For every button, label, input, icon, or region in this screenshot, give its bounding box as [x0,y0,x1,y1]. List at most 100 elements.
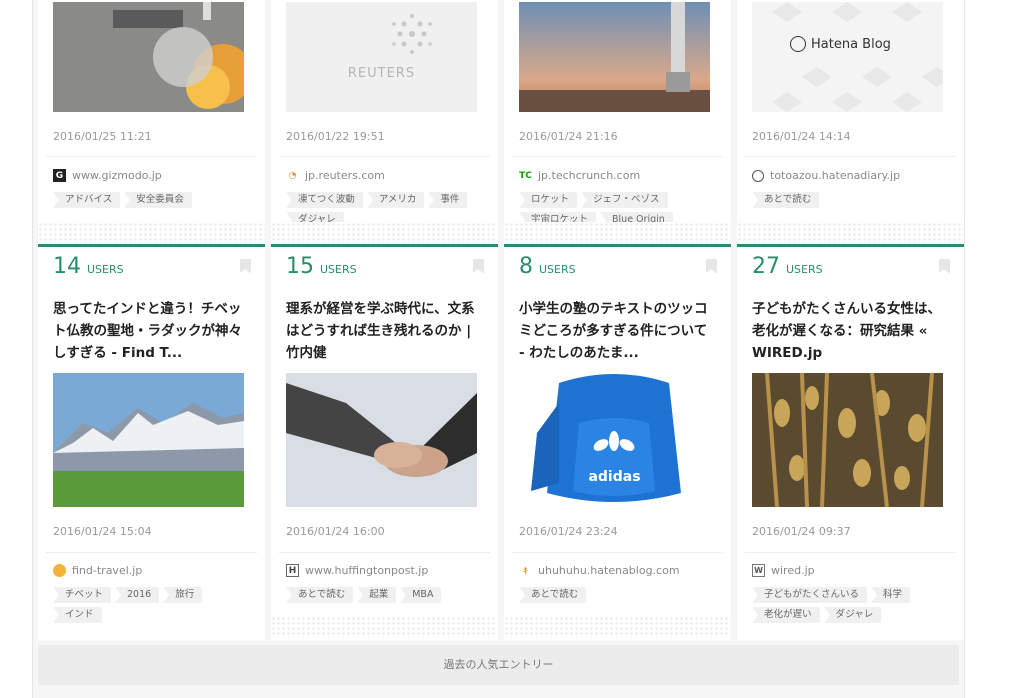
entry-date: 2016/01/24 15:04 [53,525,152,538]
tag[interactable]: あとで読む [752,192,820,208]
tag[interactable]: 科学 [871,587,911,603]
entry-site[interactable]: find-travel.jp [53,564,142,577]
entry-image[interactable] [286,373,477,507]
hatenablog-favicon-icon: ｷ [523,567,528,577]
divider [512,552,723,553]
gizmodo-favicon-icon: G [53,169,66,182]
accent-line [38,244,265,247]
entry-image[interactable] [53,373,244,507]
past-popular-entries-button[interactable]: 過去の人気エントリー [38,645,959,685]
accent-line [271,244,498,247]
tag[interactable]: 子どもがたくさんいる [752,587,868,603]
entry-date: 2016/01/24 16:00 [286,525,385,538]
tag[interactable]: 事件 [428,192,468,208]
divider [512,156,723,157]
entry-date: 2016/01/24 23:24 [519,525,618,538]
techcrunch-favicon-icon: TC [519,170,532,181]
tag[interactable]: アドバイス [53,192,121,208]
tag-list: チベット 2016 旅行 インド [53,587,253,623]
users-count[interactable]: 8 USERS [519,254,576,279]
hatena-blog-logo: Hatena Blog [790,36,891,52]
entry-column: 2016/01/25 11:21 G www.gizmodo.jp アドバイス … [38,0,265,640]
site-domain: totoazou.hatenadiary.jp [770,169,901,182]
entry-thumbnail[interactable]: Hatena Blog [752,2,943,112]
tag[interactable]: 旅行 [163,587,203,603]
entry-site[interactable]: ｷ uhuhuhu.hatenablog.com [519,564,680,577]
site-domain: jp.reuters.com [305,169,385,182]
entry-site[interactable]: totoazou.hatenadiary.jp [752,169,900,182]
tag-list: アドバイス 安全委員会 [53,192,253,208]
entry-column: REUTERS 2016/01/22 19:51 ◔ jp.reuters.co… [271,0,498,640]
entry-site[interactable]: TC jp.techcrunch.com [519,169,640,182]
entry-title[interactable]: 思ってたインドと違う！チベット仏教の聖地・ラダックが神々しすぎる - Find … [53,298,249,364]
users-count[interactable]: 14 USERS [53,254,124,279]
huffingtonpost-favicon-icon: H [286,564,299,577]
entry-column: 2016/01/24 21:16 TC jp.techcrunch.com ロケ… [504,0,731,640]
rss-icon: ◔ [288,170,297,181]
tag[interactable]: あとで読む [286,587,354,603]
tag[interactable]: ロケット [519,192,578,208]
entry-site[interactable]: W wired.jp [752,564,815,577]
tag[interactable]: 凍てつく波動 [286,192,363,208]
tag[interactable]: ジェフ・ベゾス [581,192,668,208]
hatena-favicon-icon [752,169,764,182]
entry-column: Hatena Blog 2016/01/24 14:14 totoazou.ha… [737,0,964,640]
find-travel-favicon-icon [53,564,66,577]
entry-site[interactable]: G www.gizmodo.jp [53,169,162,182]
users-count[interactable]: 15 USERS [286,254,357,279]
site-domain: wired.jp [771,564,815,577]
tag[interactable]: MBA [400,587,442,603]
hatena-logo-icon [790,36,806,52]
users-count[interactable]: 27 USERS [752,254,823,279]
entry-image[interactable]: adidas [519,373,710,507]
accent-line [737,244,964,247]
entry-date: 2016/01/22 19:51 [286,130,385,143]
divider [46,156,257,157]
divider [745,552,956,553]
tag-list: あとで読む [519,587,719,603]
tag[interactable]: アメリカ [366,192,425,208]
bookmark-icon[interactable] [939,259,950,273]
tag[interactable]: ダジャレ [823,607,882,623]
site-domain: jp.techcrunch.com [538,169,641,182]
entry-thumbnail[interactable] [53,2,244,112]
site-domain: www.huffingtonpost.jp [305,564,429,577]
bookmark-icon[interactable] [473,259,484,273]
tag[interactable]: 安全委員会 [124,192,192,208]
divider [46,552,257,553]
dotted-divider [504,616,731,638]
entry-title[interactable]: 小学生の塾のテキストのツッコミどころが多すぎる件について - わたしのあたま..… [519,298,715,364]
site-domain: uhuhuhu.hatenablog.com [538,564,680,577]
dotted-divider [271,616,498,638]
adidas-logo-text: adidas [588,469,641,485]
tag[interactable]: 起業 [357,587,397,603]
accent-line [504,244,731,247]
entry-thumbnail[interactable] [519,2,710,112]
entry-image[interactable] [752,373,943,507]
dotted-divider [38,222,265,244]
entry-site[interactable]: H www.huffingtonpost.jp [286,564,428,577]
tag[interactable]: あとで読む [519,587,587,603]
site-domain: www.gizmodo.jp [72,169,162,182]
entry-site[interactable]: ◔ jp.reuters.com [286,169,385,182]
tag-list: あとで読む 起業 MBA [286,587,486,603]
dotted-divider [504,222,731,244]
bookmark-icon[interactable] [706,259,717,273]
wired-favicon-icon: W [752,564,765,577]
bookmark-icon[interactable] [240,259,251,273]
tag[interactable]: インド [53,607,102,623]
reuters-logo: REUTERS [347,66,416,81]
entry-title[interactable]: 子どもがたくさんいる女性は、老化が遅くなる：研究結果 « WIRED.jp [752,298,948,364]
dotted-divider [271,222,498,244]
tag[interactable]: 老化が遅い [752,607,820,623]
divider [745,156,956,157]
site-domain: find-travel.jp [72,564,143,577]
entry-date: 2016/01/24 21:16 [519,130,618,143]
tag[interactable]: チベット [53,587,112,603]
entry-date: 2016/01/25 11:21 [53,130,152,143]
tag-list: あとで読む [752,192,952,208]
tag[interactable]: 2016 [115,587,160,603]
divider [279,156,490,157]
entry-title[interactable]: 理系が経営を学ぶ時代に、文系はどうすれば生き残れるのか | 竹内健 [286,298,482,364]
entry-thumbnail[interactable]: REUTERS [286,2,477,112]
